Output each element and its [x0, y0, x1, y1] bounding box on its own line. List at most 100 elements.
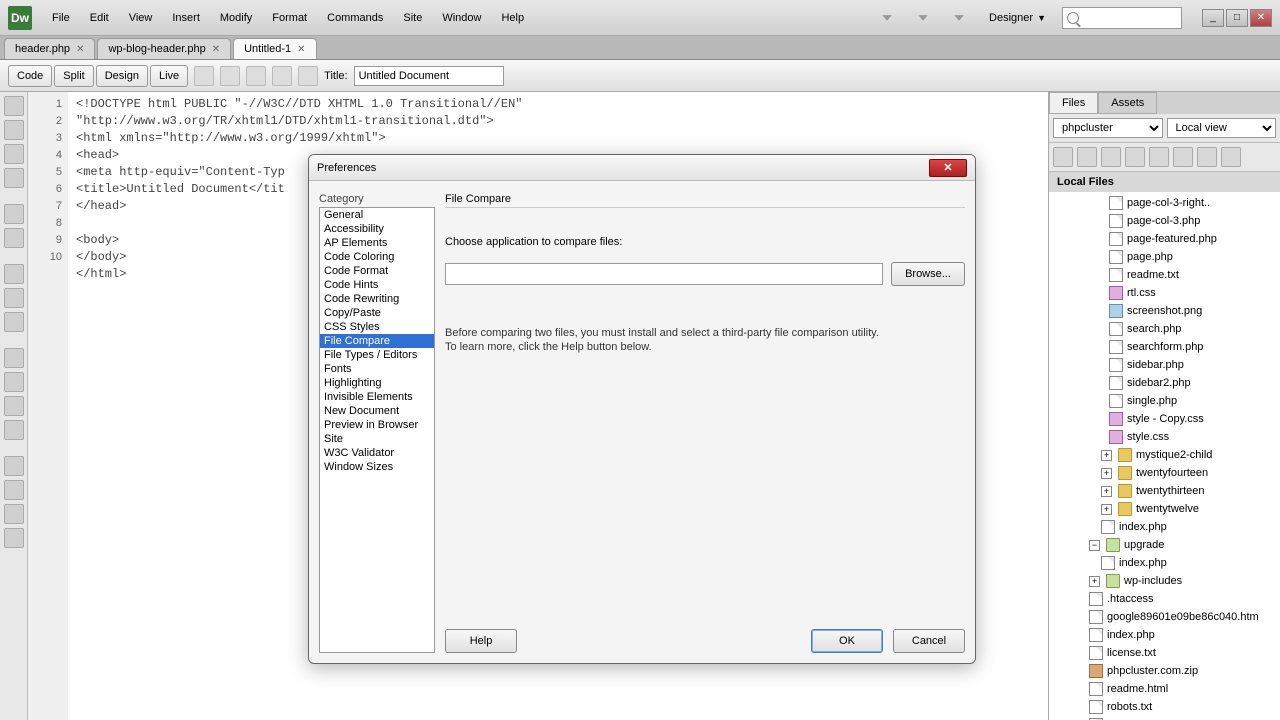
dialog-titlebar[interactable]: Preferences ✕ — [309, 155, 975, 181]
menu-view[interactable]: View — [121, 8, 161, 28]
tree-row[interactable]: license.txt — [1049, 644, 1280, 662]
tree-row[interactable]: .htaccess — [1049, 590, 1280, 608]
select-parent-tag-icon[interactable] — [4, 204, 24, 224]
menu-modify[interactable]: Modify — [212, 8, 260, 28]
category-item[interactable]: Code Format — [320, 264, 434, 278]
view-design-button[interactable]: Design — [96, 65, 148, 87]
indent-icon[interactable] — [4, 480, 24, 500]
tree-row[interactable]: sitemap.xml — [1049, 716, 1280, 720]
document-tab[interactable]: wp-blog-header.php✕ — [97, 38, 231, 59]
tree-row[interactable]: page-featured.php — [1049, 230, 1280, 248]
tree-expander-icon[interactable]: + — [1101, 450, 1112, 461]
document-tab[interactable]: header.php✕ — [4, 38, 95, 59]
tree-row[interactable]: −upgrade — [1049, 536, 1280, 554]
maximize-button[interactable]: □ — [1226, 9, 1248, 27]
category-item[interactable]: AP Elements — [320, 236, 434, 250]
ok-button[interactable]: OK — [811, 629, 883, 653]
help-button[interactable]: Help — [445, 629, 517, 653]
tree-expander-icon[interactable]: + — [1089, 576, 1100, 587]
sync-dropdown-icon[interactable] — [915, 10, 931, 26]
tree-row[interactable]: phpcluster.com.zip — [1049, 662, 1280, 680]
collapse-selection-icon[interactable] — [4, 144, 24, 164]
view-split-button[interactable]: Split — [54, 65, 93, 87]
files-tab[interactable]: Files — [1049, 92, 1098, 114]
get-files-icon[interactable] — [1101, 147, 1121, 167]
wrap-tag-icon[interactable] — [4, 396, 24, 416]
tree-row[interactable]: rtl.css — [1049, 284, 1280, 302]
sync-icon[interactable] — [1197, 147, 1217, 167]
tree-row[interactable]: +wp-includes — [1049, 572, 1280, 590]
layout-switcher[interactable]: Designer ▼ — [981, 8, 1054, 28]
refresh-icon[interactable] — [298, 66, 318, 86]
balance-braces-icon[interactable] — [4, 228, 24, 248]
tree-row[interactable]: search.php — [1049, 320, 1280, 338]
tree-expander-icon[interactable]: + — [1101, 486, 1112, 497]
tree-row[interactable]: single.php — [1049, 392, 1280, 410]
tab-close-icon[interactable]: ✕ — [76, 44, 84, 55]
minimize-button[interactable]: _ — [1202, 9, 1224, 27]
menu-window[interactable]: Window — [434, 8, 489, 28]
category-item[interactable]: Copy/Paste — [320, 306, 434, 320]
category-item[interactable]: W3C Validator — [320, 446, 434, 460]
tree-row[interactable]: sidebar.php — [1049, 356, 1280, 374]
tree-row[interactable]: sidebar2.php — [1049, 374, 1280, 392]
highlight-invalid-icon[interactable] — [4, 288, 24, 308]
menu-commands[interactable]: Commands — [319, 8, 391, 28]
syntax-error-icon[interactable] — [4, 312, 24, 332]
checkout-icon[interactable] — [1149, 147, 1169, 167]
live-view-options-icon[interactable] — [194, 66, 214, 86]
tree-row[interactable]: style - Copy.css — [1049, 410, 1280, 428]
menu-site[interactable]: Site — [395, 8, 430, 28]
view-select[interactable]: Local view — [1167, 118, 1277, 138]
category-item[interactable]: New Document — [320, 404, 434, 418]
title-input[interactable] — [354, 66, 504, 86]
menu-edit[interactable]: Edit — [82, 8, 117, 28]
open-documents-icon[interactable] — [4, 96, 24, 116]
tree-row[interactable]: style.css — [1049, 428, 1280, 446]
menu-file[interactable]: File — [44, 8, 78, 28]
put-files-icon[interactable] — [1125, 147, 1145, 167]
remove-comment-icon[interactable] — [4, 372, 24, 392]
category-item[interactable]: Preview in Browser — [320, 418, 434, 432]
visual-aids-icon[interactable] — [272, 66, 292, 86]
cancel-button[interactable]: Cancel — [893, 629, 965, 653]
site-select[interactable]: phpcluster — [1053, 118, 1163, 138]
tree-row[interactable]: +twentythirteen — [1049, 482, 1280, 500]
close-button[interactable]: ✕ — [1250, 9, 1272, 27]
apply-comment-icon[interactable] — [4, 348, 24, 368]
tree-row[interactable]: index.php — [1049, 626, 1280, 644]
category-item[interactable]: Window Sizes — [320, 460, 434, 474]
server-debug-icon[interactable] — [220, 66, 240, 86]
category-item[interactable]: General — [320, 208, 434, 222]
outdent-icon[interactable] — [4, 504, 24, 524]
tree-row[interactable]: readme.txt — [1049, 266, 1280, 284]
tree-row[interactable]: google89601e09be86c040.htm — [1049, 608, 1280, 626]
search-input[interactable] — [1062, 7, 1182, 29]
tree-row[interactable]: page-col-3.php — [1049, 212, 1280, 230]
inspect-icon[interactable] — [246, 66, 266, 86]
tab-close-icon[interactable]: ✕ — [297, 44, 305, 55]
tree-expander-icon[interactable]: + — [1101, 468, 1112, 479]
category-item[interactable]: Highlighting — [320, 376, 434, 390]
assets-tab[interactable]: Assets — [1098, 92, 1157, 114]
checkin-icon[interactable] — [1173, 147, 1193, 167]
format-source-icon[interactable] — [4, 528, 24, 548]
category-item[interactable]: Site — [320, 432, 434, 446]
tree-expander-icon[interactable]: + — [1101, 504, 1112, 515]
category-item[interactable]: CSS Styles — [320, 320, 434, 334]
compare-app-path-input[interactable] — [445, 263, 883, 285]
tree-row[interactable]: +twentyfourteen — [1049, 464, 1280, 482]
menu-format[interactable]: Format — [264, 8, 315, 28]
category-item[interactable]: File Types / Editors — [320, 348, 434, 362]
category-item[interactable]: Fonts — [320, 362, 434, 376]
document-tab[interactable]: Untitled-1✕ — [233, 38, 316, 59]
category-item[interactable]: Accessibility — [320, 222, 434, 236]
tree-row[interactable]: robots.txt — [1049, 698, 1280, 716]
dialog-close-button[interactable]: ✕ — [929, 159, 967, 177]
menu-insert[interactable]: Insert — [164, 8, 208, 28]
browse-button[interactable]: Browse... — [891, 262, 965, 286]
category-list[interactable]: GeneralAccessibilityAP ElementsCode Colo… — [319, 207, 435, 653]
refresh-files-icon[interactable] — [1077, 147, 1097, 167]
move-css-icon[interactable] — [4, 456, 24, 476]
connect-icon[interactable] — [1053, 147, 1073, 167]
